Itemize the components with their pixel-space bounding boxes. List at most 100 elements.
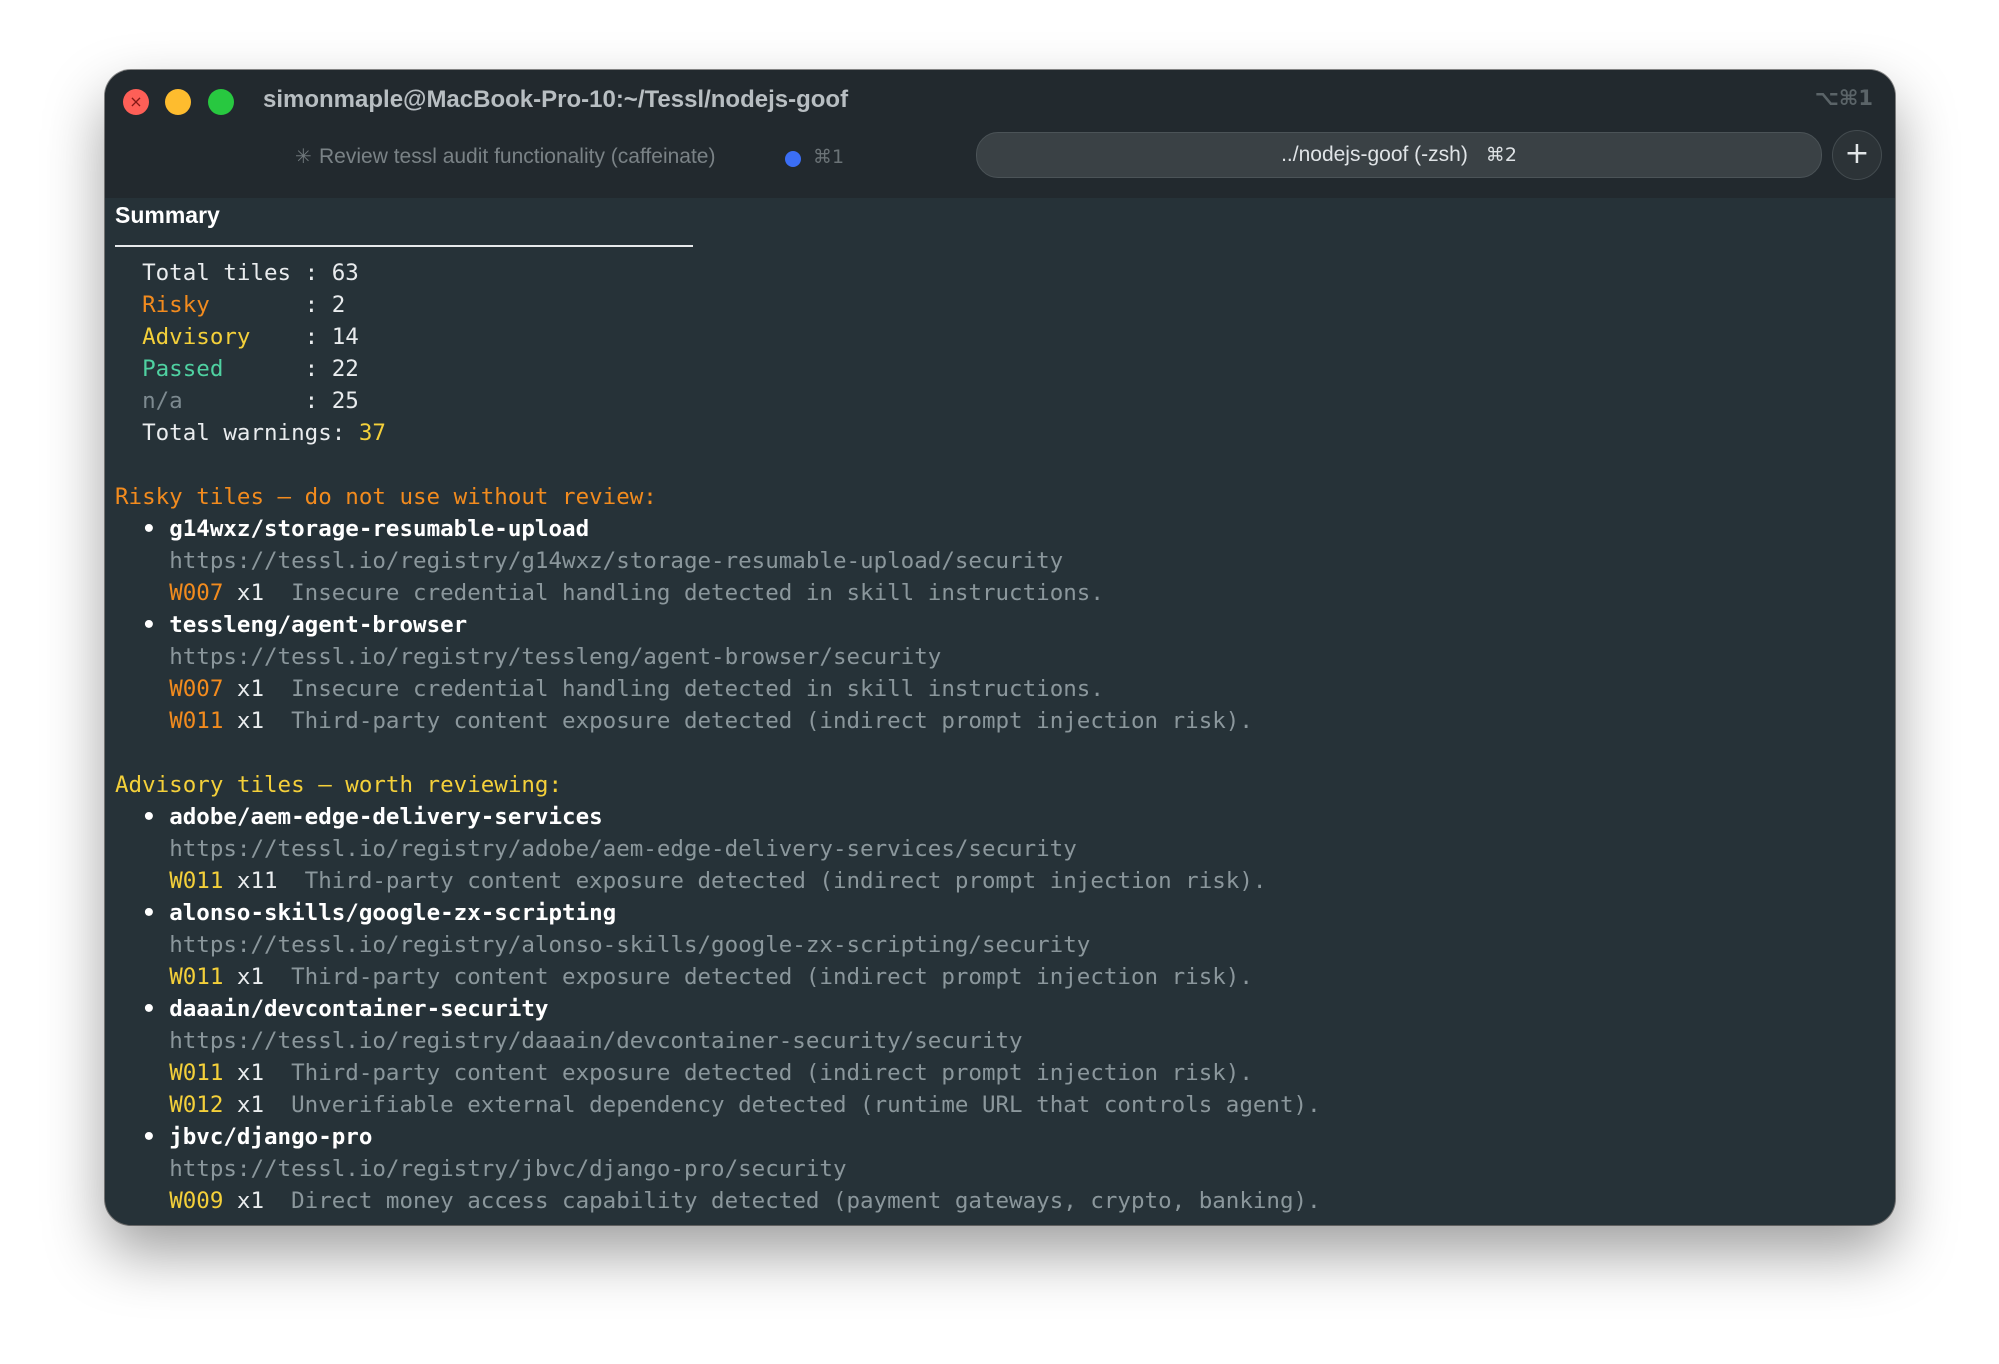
tile-url-line: https://tessl.io/registry/adobe/aem-edge… [115,833,1077,865]
tile-url-line: https://tessl.io/registry/daaain/devcont… [115,1025,1022,1057]
summary-label: Advisory [142,324,305,350]
summary-label: Total warnings [142,420,332,446]
summary-label: Risky [142,292,305,318]
bullet-icon: • [142,804,156,830]
risky-heading: Risky tiles — do not use without review: [115,481,657,513]
new-tab-button[interactable]: + [1832,130,1882,180]
window-shortcut: ⌥⌘1 [1814,86,1873,110]
warning-count: x1 [236,708,265,734]
summary-row-total-tiles: Total tiles : 63 [115,257,359,289]
terminal-output[interactable]: Summary Total tiles : 63 Risky : 2 Advis… [115,198,1895,1225]
warning-count: x1 [236,964,265,990]
warning-text: Insecure credential handling detected in… [291,676,1104,702]
warning-count: x1 [236,1060,265,1086]
tile-name: daaain/devcontainer-security [169,996,549,1022]
tab-label: Review tessl audit functionality (caffei… [319,145,716,168]
summary-separator: : [304,356,332,382]
warning-line: W011 x1 Third-party content exposure det… [115,1057,1253,1089]
summary-label: Passed [142,356,305,382]
risky-heading-text: Risky tiles — do not use without review: [115,484,657,510]
warning-line: W007 x1 Insecure credential handling det… [115,673,1104,705]
tile-url: https://tessl.io/registry/tessleng/agent… [169,644,942,670]
warning-line: W011 x1 Third-party content exposure det… [115,705,1253,737]
bullet-icon: • [142,996,156,1022]
tile-url-line: https://tessl.io/registry/alonso-skills/… [115,929,1090,961]
summary-separator: : [304,260,332,286]
bullet-icon: • [142,612,156,638]
warning-line: W011 x11 Third-party content exposure de… [115,865,1266,897]
tab-review-tessl-audit[interactable]: ✳ Review tessl audit functionality (caff… [119,134,957,180]
warning-code: W009 [169,1188,224,1214]
close-icon: × [129,92,143,111]
tab-nodejs-goof-zsh[interactable]: ../nodejs-goof (-zsh) ⌘2 [976,132,1822,178]
tile-name: g14wxz/storage-resumable-upload [169,516,590,542]
tile-url: https://tessl.io/registry/adobe/aem-edge… [169,836,1077,862]
terminal-window: × simonmaple@MacBook-Pro-10:~/Tessl/node… [105,70,1895,1225]
warning-code: W011 [169,868,224,894]
warning-text: Direct money access capability detected … [291,1188,1321,1214]
warning-line: W012 x1 Unverifiable external dependency… [115,1089,1320,1121]
tile-url: https://tessl.io/registry/alonso-skills/… [169,932,1091,958]
tile-name-line: • adobe/aem-edge-delivery-services [115,801,603,833]
warning-count: x1 [236,580,265,606]
summary-value: 22 [331,356,359,382]
summary-title: Summary [115,202,220,228]
bullet-icon: • [142,516,156,542]
warning-text: Third-party content exposure detected (i… [304,868,1267,894]
tile-name-line: • g14wxz/storage-resumable-upload [115,513,589,545]
warning-text: Insecure credential handling detected in… [291,580,1104,606]
summary-row-risky-count: Risky : 2 [115,289,345,321]
summary-row-advisory-count: Advisory : 14 [115,321,359,353]
tab-bar: ✳ Review tessl audit functionality (caff… [119,130,1882,186]
tile-name-line: • alonso-skills/google-zx-scripting [115,897,616,929]
spark-icon: ✳ [295,144,312,168]
summary-value: 63 [331,260,359,286]
advisory-heading-text: Advisory tiles — worth reviewing: [115,772,563,798]
warning-line: W009 x1 Direct money access capability d… [115,1185,1321,1217]
tile-name: adobe/aem-edge-delivery-services [169,804,603,830]
tile-name: tessleng/agent-browser [169,612,468,638]
tile-url: https://tessl.io/registry/g14wxz/storage… [169,548,1064,574]
summary-label: n/a [142,388,305,414]
warning-text: Third-party content exposure detected (i… [291,964,1253,990]
warning-code: W011 [169,1060,224,1086]
close-window-button[interactable]: × [123,89,149,115]
summary-divider [115,245,693,247]
summary-separator: : [304,324,332,350]
minimize-window-button[interactable] [165,89,191,115]
tab-shortcut: ⌘2 [1485,144,1517,166]
zoom-window-button[interactable] [208,89,234,115]
summary-separator: : [304,388,332,414]
